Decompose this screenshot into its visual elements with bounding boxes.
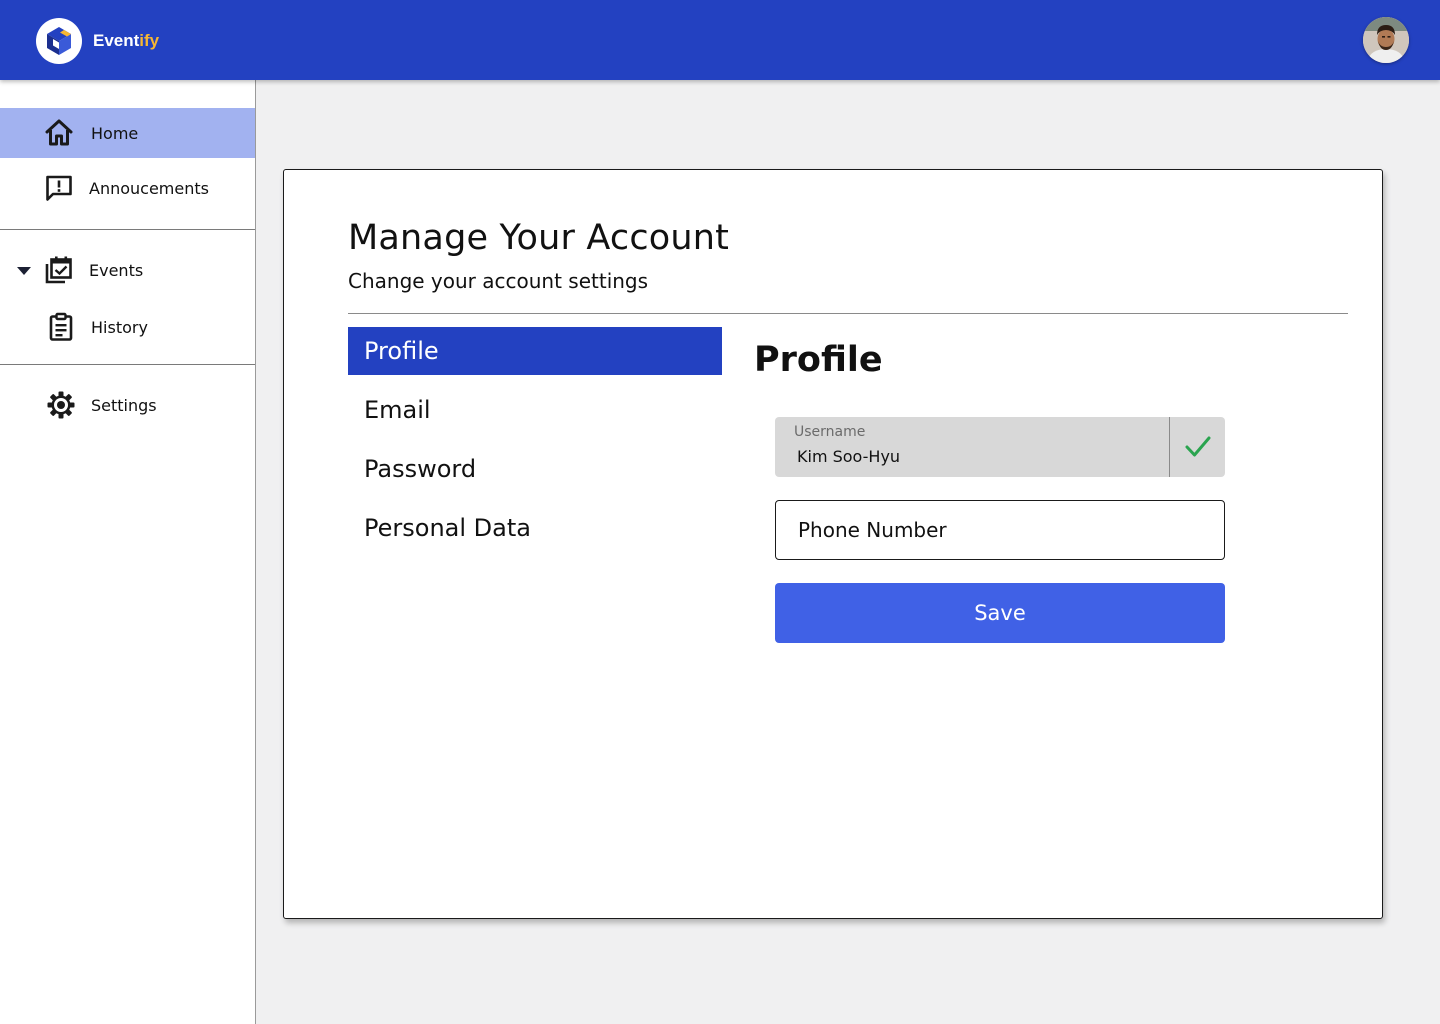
home-icon [44,118,74,148]
sidebar-divider [0,364,255,365]
phone-number-input[interactable] [798,518,1198,542]
username-value: Kim Soo-Hyu [797,447,901,466]
sidebar-divider [0,229,255,230]
sidebar-item-home[interactable]: Home [0,108,255,158]
section-title: Profile [754,340,883,380]
phone-number-field[interactable] [775,500,1225,560]
sidebar-item-label: Settings [91,395,157,415]
field-separator [1169,417,1170,477]
sidebar-item-label: Annoucements [89,178,209,198]
brand-name: Eventify [93,31,160,50]
announcement-icon [44,173,74,203]
sidebar: Home Annoucements Events History Setting… [0,80,256,1024]
calendar-check-icon [44,255,74,285]
account-card: Manage Your Account Change your account … [283,169,1383,919]
divider [348,313,1348,314]
user-avatar[interactable] [1363,17,1409,63]
cube-logo-icon [47,27,71,55]
sidebar-item-label: History [91,317,148,337]
chevron-down-icon[interactable] [17,267,31,275]
save-button[interactable]: Save [775,583,1225,643]
page-title: Manage Your Account [348,218,730,258]
sidebar-item-label: Events [89,260,144,280]
clipboard-icon [46,312,76,342]
sidebar-item-label: Home [91,123,139,143]
sidebar-item-events[interactable]: Events [0,245,255,295]
page-subtitle: Change your account settings [348,269,649,293]
tab-profile[interactable]: Profile [348,327,722,375]
sidebar-item-annoucements[interactable]: Annoucements [0,163,255,213]
logo[interactable] [36,18,82,64]
sidebar-item-history[interactable]: History [0,302,255,352]
username-label: Username [794,424,866,440]
checkmark-icon [1183,432,1213,462]
sidebar-item-settings[interactable]: Settings [0,380,255,430]
top-header: Eventify [0,0,1440,80]
tab-personal-data[interactable]: Personal Data [348,504,722,552]
username-field[interactable]: Username Kim Soo-Hyu [775,417,1225,477]
tab-email[interactable]: Email [348,386,722,434]
tab-password[interactable]: Password [348,445,722,493]
gear-icon [46,390,76,420]
